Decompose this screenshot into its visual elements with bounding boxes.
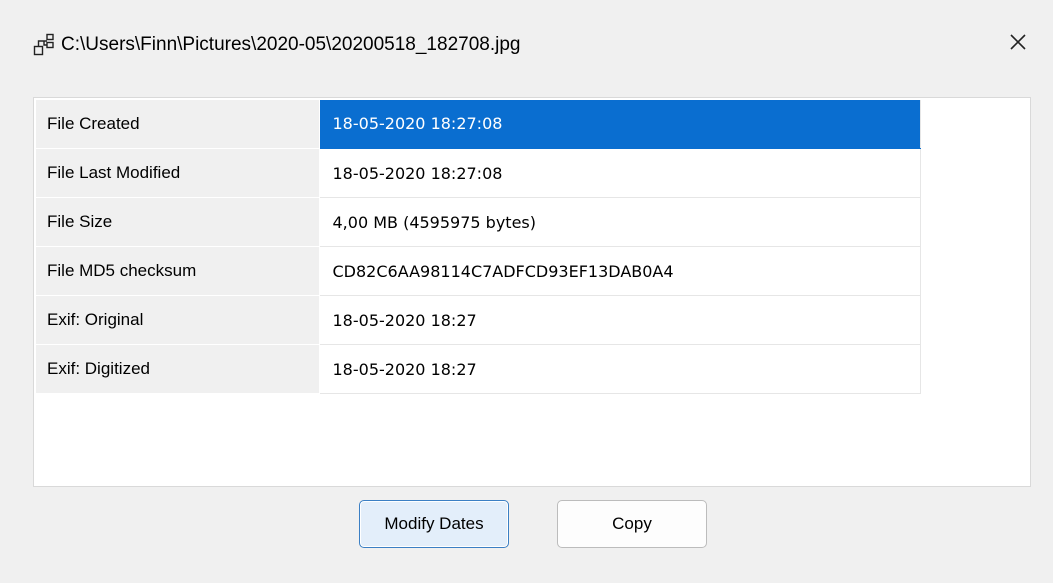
copy-button[interactable]: Copy [557,500,707,548]
property-value[interactable]: 18-05-2020 18:27 [319,295,921,345]
property-row[interactable]: Exif: Digitized 18-05-2020 18:27 [36,344,921,394]
property-key: File MD5 checksum [36,246,320,296]
property-key: Exif: Digitized [36,344,320,394]
properties-grid: File Created 18-05-2020 18:27:08 File Last… [36,99,921,394]
property-value[interactable]: 18-05-2020 18:27:08 [319,148,921,198]
property-value[interactable]: 18-05-2020 18:27:08 [319,99,921,149]
title-bar[interactable]: C:\Users\Finn\Pictures\2020-05\20200518_… [0,0,1053,88]
property-key: File Created [36,99,320,149]
property-row[interactable]: File MD5 checksum CD82C6AA98114C7ADFCD93E… [36,246,921,296]
property-key: Exif: Original [36,295,320,345]
property-row[interactable]: File Size 4,00 MB (4595975 bytes) [36,197,921,247]
property-key: File Last Modified [36,148,320,198]
property-row[interactable]: File Created 18-05-2020 18:27:08 [36,99,921,149]
property-row[interactable]: Exif: Original 18-05-2020 18:27 [36,295,921,345]
close-icon [1009,33,1027,56]
file-info-dialog: C:\Users\Finn\Pictures\2020-05\20200518_… [0,0,1053,583]
property-value[interactable]: 18-05-2020 18:27 [319,344,921,394]
properties-panel: File Created 18-05-2020 18:27:08 File Last… [33,97,1031,487]
close-button[interactable] [998,26,1038,62]
hierarchy-icon [33,33,57,57]
property-row[interactable]: File Last Modified 18-05-2020 18:27:08 [36,148,921,198]
window-title: C:\Users\Finn\Pictures\2020-05\20200518_… [61,34,521,55]
property-key: File Size [36,197,320,247]
property-value[interactable]: CD82C6AA98114C7ADFCD93EF13DAB0A4 [319,246,921,296]
modify-dates-button[interactable]: Modify Dates [359,500,509,548]
property-value[interactable]: 4,00 MB (4595975 bytes) [319,197,921,247]
